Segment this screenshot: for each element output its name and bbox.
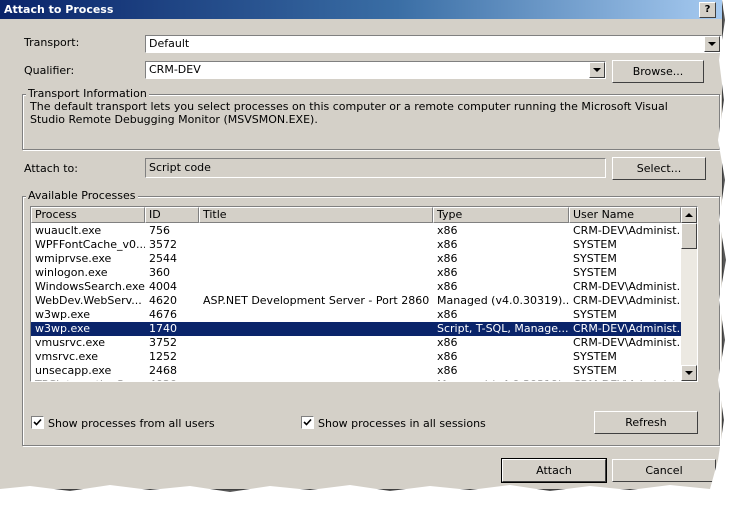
torn-edge-decoration	[0, 0, 751, 512]
